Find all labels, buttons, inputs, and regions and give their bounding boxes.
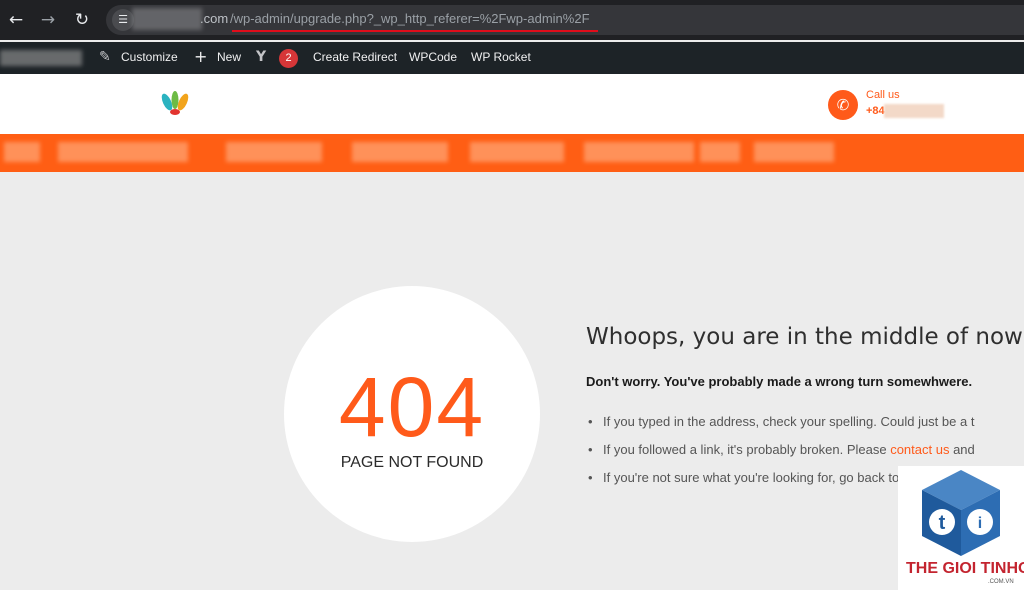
bullet-icon: • [588, 470, 593, 485]
wp-rocket-link[interactable]: WP Rocket [471, 50, 531, 64]
tip-list-item: • If you followed a link, it's probably b… [588, 442, 975, 457]
site-settings-icon[interactable]: ☰ [112, 9, 134, 31]
url-highlight-underline [232, 30, 598, 32]
customize-link[interactable]: Customize [121, 50, 178, 64]
error-subhead: Don't worry. You've probably made a wron… [586, 374, 973, 389]
tip-text: If you followed a link, it's probably br… [603, 442, 891, 457]
cube-icon: t i [922, 470, 1000, 556]
browser-toolbar: ← → ↻ ☰ .com /wp-admin/upgrade.php?_wp_h… [0, 0, 1024, 40]
error-code-label: PAGE NOT FOUND [340, 454, 484, 471]
plus-icon: + [194, 47, 208, 66]
nav-item-blurred[interactable] [4, 142, 40, 162]
create-redirect-link[interactable]: Create Redirect [313, 50, 397, 64]
bullet-icon: • [588, 414, 593, 429]
bullet-icon: • [588, 442, 593, 457]
nav-item-blurred[interactable] [584, 142, 694, 162]
watermark-logo: t i THE GIOI TINHOC .COM.VN [898, 466, 1024, 590]
blurred-domain [132, 8, 202, 30]
main-navigation [0, 134, 1024, 172]
notification-badge: 2 [279, 49, 298, 68]
error-code: 404 [338, 360, 486, 454]
nav-item-blurred[interactable] [226, 142, 322, 162]
reload-icon[interactable]: ↻ [70, 8, 94, 32]
wpcode-link[interactable]: WPCode [409, 50, 457, 64]
tip-list-item: • If you typed in the address, check your… [588, 414, 974, 429]
watermark-brand: THE GIOI TINHOC [906, 560, 1024, 577]
tip-text: If you typed in the address, check your … [603, 414, 975, 429]
svg-text:t: t [939, 512, 946, 534]
blurred-phone-number [884, 104, 944, 118]
forward-arrow-icon[interactable]: → [36, 8, 60, 32]
nav-item-blurred[interactable] [754, 142, 834, 162]
call-label: Call us [866, 89, 900, 101]
nav-item-blurred[interactable] [700, 142, 740, 162]
site-header: ✆ Call us +84 [0, 74, 1024, 134]
url-host: .com [200, 11, 229, 26]
brush-icon: ✎ [99, 49, 111, 65]
watermark-domain: .COM.VN [988, 579, 1014, 585]
error-code-circle: 404 PAGE NOT FOUND [284, 286, 540, 542]
back-arrow-icon[interactable]: ← [4, 8, 28, 32]
url-path: /wp-admin/upgrade.php?_wp_http_referer=%… [230, 11, 590, 26]
blurred-site-name[interactable] [0, 50, 82, 66]
tip-text: If you're not sure what you're looking f… [603, 470, 903, 485]
svg-text:i: i [978, 515, 982, 532]
nav-item-blurred[interactable] [352, 142, 448, 162]
nav-item-blurred[interactable] [470, 142, 564, 162]
site-logo[interactable] [158, 90, 192, 118]
call-number[interactable]: +84 [866, 105, 885, 117]
error-headline: Whoops, you are in the middle of nowh [586, 324, 1024, 350]
phone-icon[interactable]: ✆ [828, 90, 858, 120]
nav-item-blurred[interactable] [58, 142, 188, 162]
tip-text-after: and [949, 442, 975, 457]
yoast-icon[interactable]: Y [256, 49, 266, 65]
new-link[interactable]: New [217, 50, 241, 64]
contact-us-link[interactable]: contact us [890, 442, 949, 457]
address-bar[interactable]: ☰ .com /wp-admin/upgrade.php?_wp_http_re… [106, 5, 1024, 35]
wp-admin-bar: ✎ Customize + New Y 2 Create Redirect WP… [0, 42, 1024, 74]
